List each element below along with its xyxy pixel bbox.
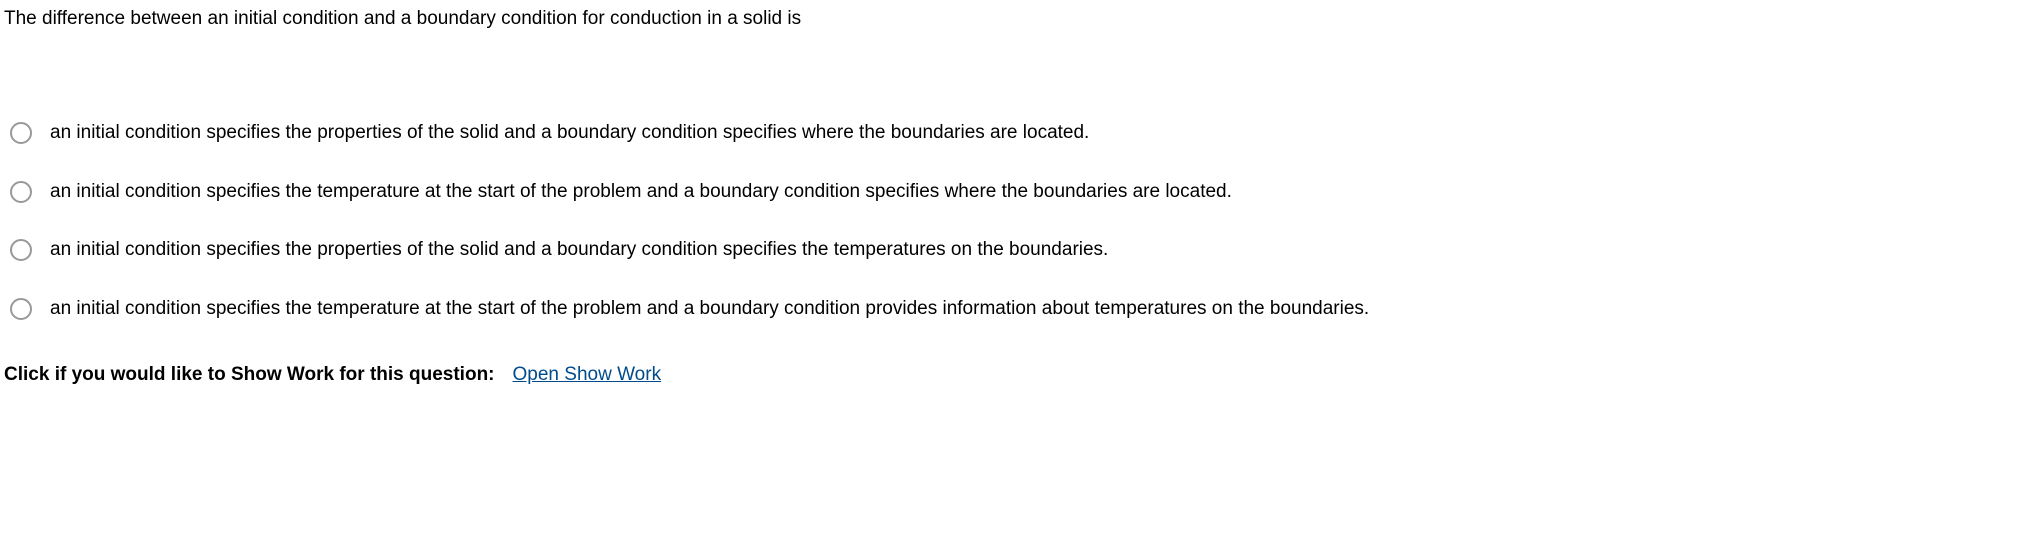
option-text: an initial condition specifies the prope… — [50, 120, 1089, 147]
question-text: The difference between an initial condit… — [4, 8, 2036, 30]
option-text: an initial condition specifies the tempe… — [50, 296, 1369, 323]
option-row: an initial condition specifies the prope… — [10, 120, 2036, 147]
radio-option-2[interactable] — [10, 181, 32, 203]
options-group: an initial condition specifies the prope… — [4, 120, 2036, 322]
radio-option-3[interactable] — [10, 239, 32, 261]
show-work-label: Click if you would like to Show Work for… — [4, 364, 495, 386]
option-text: an initial condition specifies the tempe… — [50, 179, 1232, 206]
option-text: an initial condition specifies the prope… — [50, 237, 1108, 264]
option-row: an initial condition specifies the prope… — [10, 237, 2036, 264]
option-row: an initial condition specifies the tempe… — [10, 179, 2036, 206]
option-row: an initial condition specifies the tempe… — [10, 296, 2036, 323]
radio-option-1[interactable] — [10, 122, 32, 144]
show-work-link[interactable]: Open Show Work — [513, 364, 662, 386]
show-work-row: Click if you would like to Show Work for… — [4, 364, 2036, 386]
radio-option-4[interactable] — [10, 298, 32, 320]
